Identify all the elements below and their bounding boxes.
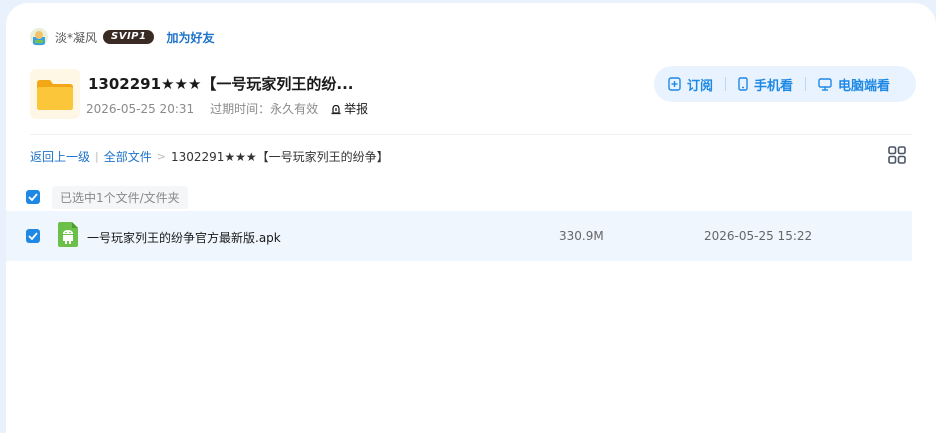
share-card: 淡*凝风 SVIP1 加为好友 1302291★★★【一号玩家列王的纷... 2… — [6, 3, 936, 433]
folder-icon — [30, 69, 80, 119]
sharer-info: 淡*凝风 SVIP1 加为好友 — [30, 28, 214, 46]
android-apk-icon — [58, 222, 78, 251]
divider — [805, 77, 807, 91]
avatar[interactable] — [30, 28, 48, 46]
subscribe-button[interactable]: 订阅 — [668, 75, 713, 94]
action-bar: 订阅 手机看 电脑端看 — [654, 66, 916, 102]
breadcrumb: 返回上一级 | 全部文件 > 1302291★★★【一号玩家列王的纷争】 — [30, 148, 389, 165]
mobile-view-label: 手机看 — [754, 78, 794, 94]
add-friend-link[interactable]: 加为好友 — [166, 29, 214, 46]
checkmark-icon — [28, 232, 38, 240]
breadcrumb-separator: | — [95, 150, 99, 163]
all-files-link[interactable]: 全部文件 — [104, 148, 152, 165]
grid-view-button[interactable] — [888, 146, 906, 168]
chevron-right-icon: > — [156, 150, 166, 163]
share-title: 1302291★★★【一号玩家列王的纷... — [88, 75, 354, 93]
file-date: 2026-05-25 15:22 — [704, 229, 813, 243]
subscribe-icon — [668, 77, 681, 91]
grid-icon — [888, 146, 906, 164]
breadcrumb-current: 1302291★★★【一号玩家列王的纷争】 — [170, 150, 389, 164]
checkmark-icon — [28, 193, 38, 201]
file-name[interactable]: 一号玩家列王的纷争官方最新版.apk — [87, 229, 281, 246]
expire-label: 过期时间： — [210, 102, 271, 116]
divider — [30, 134, 912, 135]
vip-badge: SVIP1 — [103, 30, 155, 44]
sharer-name[interactable]: 淡*凝风 — [55, 29, 97, 46]
selection-count: 已选中1个文件/文件夹 — [52, 185, 188, 209]
alarm-icon — [331, 104, 341, 114]
report-button[interactable]: 举报 — [330, 100, 368, 117]
file-size: 330.9M — [559, 229, 604, 243]
selection-bar: 已选中1个文件/文件夹 — [26, 185, 188, 209]
share-created-date: 2026-05-25 20:31 — [86, 101, 195, 116]
share-meta: 2026-05-25 20:31 过期时间： 永久有效 举报 — [86, 100, 368, 117]
monitor-icon — [818, 77, 832, 91]
select-all-checkbox[interactable] — [26, 190, 40, 204]
back-link[interactable]: 返回上一级 — [30, 148, 90, 165]
mobile-view-button[interactable]: 手机看 — [738, 75, 793, 94]
report-label: 举报 — [344, 102, 369, 116]
file-row[interactable]: 一号玩家列王的纷争官方最新版.apk 330.9M 2026-05-25 15:… — [6, 211, 912, 261]
pc-view-button[interactable]: 电脑端看 — [818, 75, 890, 94]
divider — [725, 77, 727, 91]
phone-icon — [738, 77, 748, 91]
file-checkbox[interactable] — [26, 229, 40, 243]
subscribe-label: 订阅 — [687, 78, 714, 94]
expire-value: 永久有效 — [270, 102, 319, 116]
pc-view-label: 电脑端看 — [838, 78, 891, 94]
